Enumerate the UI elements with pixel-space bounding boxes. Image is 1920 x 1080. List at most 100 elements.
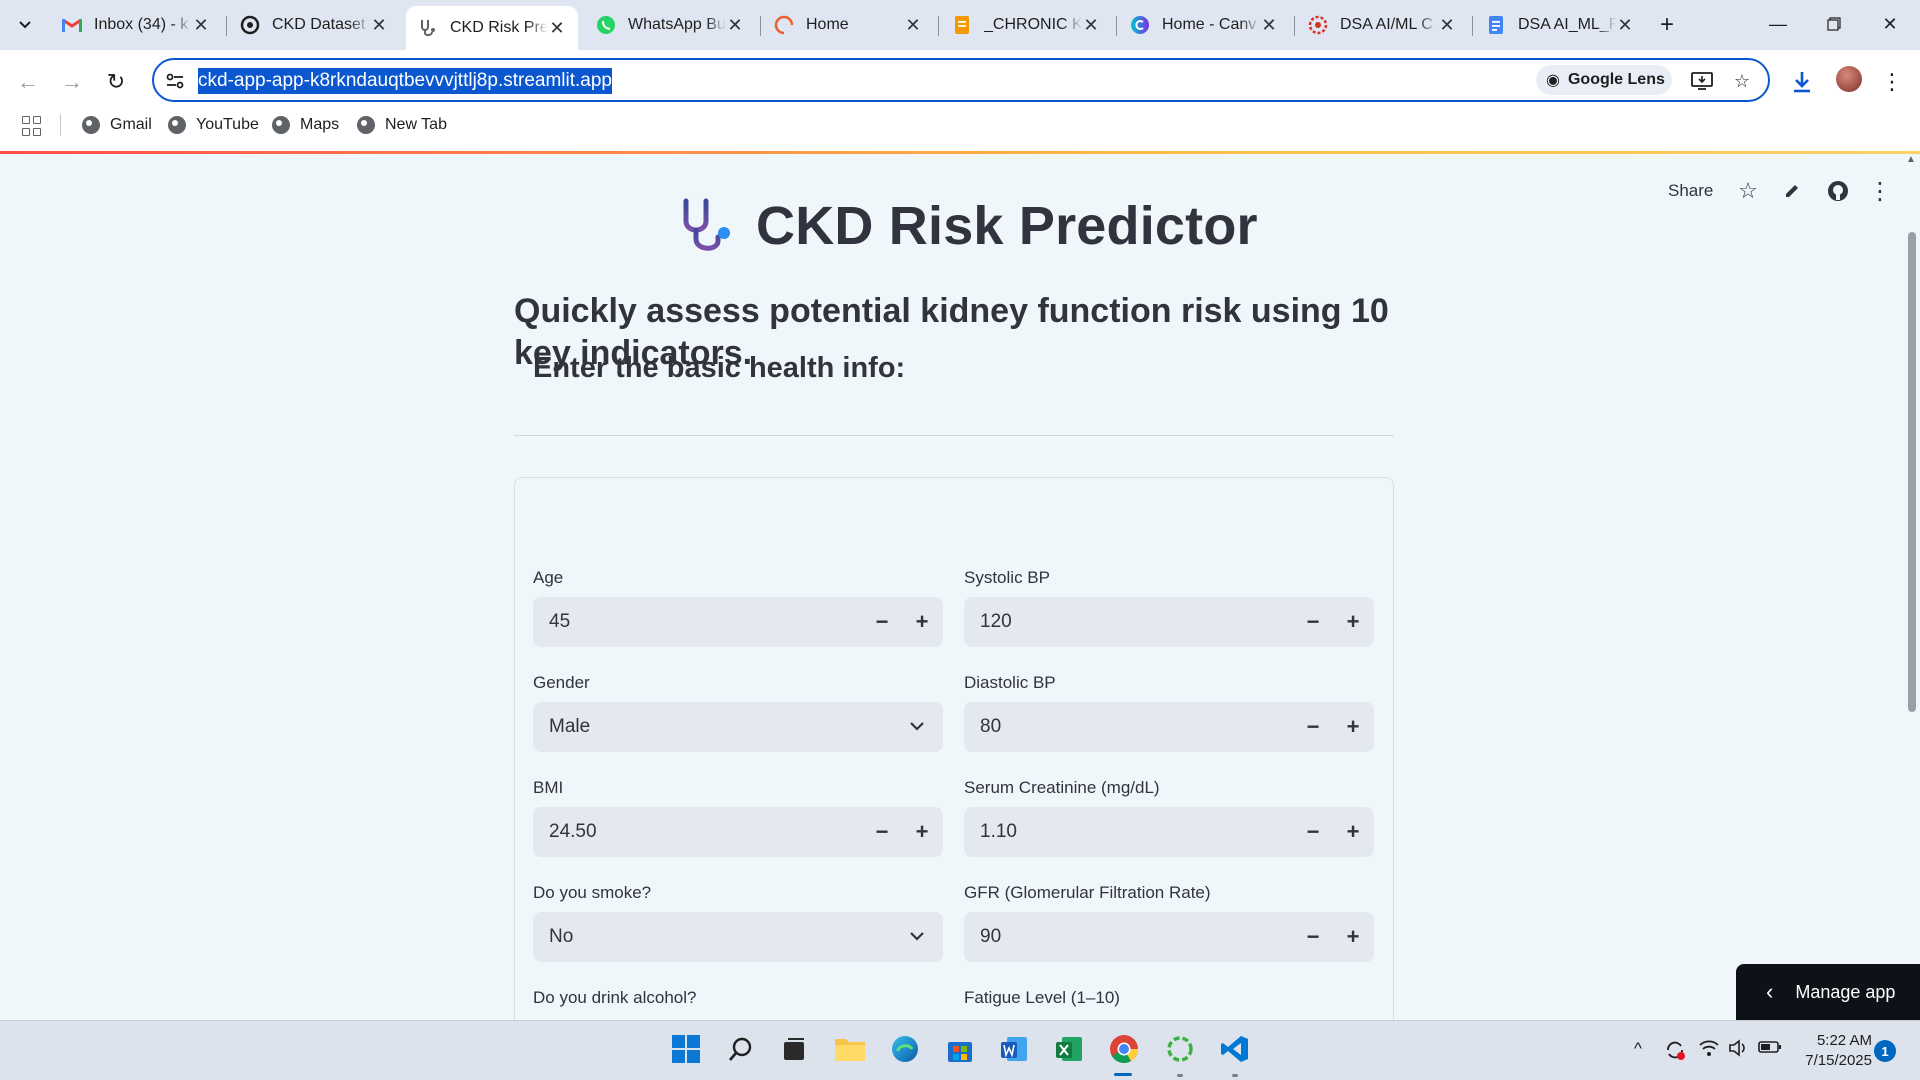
site-info-icon[interactable] <box>164 70 186 92</box>
sync-icon[interactable] <box>1664 1039 1686 1066</box>
tab-gmail[interactable]: Inbox (34) - k ✕ <box>50 6 222 44</box>
avatar[interactable] <box>1836 66 1862 92</box>
address-bar[interactable]: ckd-app-app-k8rkndauqtbevvvjttlj8p.strea… <box>152 58 1770 102</box>
systolic-value[interactable]: 120 <box>980 611 1012 633</box>
share-button[interactable]: Share <box>1668 176 1713 206</box>
diastolic-number-input[interactable]: 80 − + <box>964 702 1374 752</box>
main-menu-button[interactable]: ⋮ <box>1868 176 1892 206</box>
store-button[interactable] <box>940 1029 980 1069</box>
tab-ckd-dataset[interactable]: CKD Dataset ✕ <box>228 6 400 44</box>
close-icon[interactable]: ✕ <box>1260 15 1278 36</box>
age-number-input[interactable]: 45 − + <box>533 597 943 647</box>
plus-icon[interactable]: + <box>1336 815 1370 849</box>
start-button[interactable] <box>666 1029 706 1069</box>
creatinine-value[interactable]: 1.10 <box>980 821 1017 843</box>
close-icon[interactable]: ✕ <box>1082 15 1100 36</box>
bookmark-gmail[interactable]: Gmail <box>82 114 152 136</box>
star-button[interactable]: ☆ <box>1736 176 1760 206</box>
restore-icon <box>1827 17 1841 31</box>
search-button[interactable] <box>721 1029 761 1069</box>
notification-badge[interactable]: 1 <box>1874 1040 1896 1062</box>
manage-app-button[interactable]: ‹ Manage app <box>1736 964 1920 1020</box>
minus-icon[interactable]: − <box>865 815 899 849</box>
file-explorer-button[interactable] <box>830 1029 870 1069</box>
restore-button[interactable] <box>1812 8 1856 40</box>
creatinine-number-input[interactable]: 1.10 − + <box>964 807 1374 857</box>
word-button[interactable] <box>994 1029 1034 1069</box>
edit-button[interactable] <box>1780 176 1804 206</box>
tab-dsa-aiml-doc[interactable]: DSA AI_ML_F ✕ <box>1474 6 1646 44</box>
chrome-button[interactable] <box>1104 1029 1144 1069</box>
forward-button[interactable]: → <box>54 64 90 100</box>
tab-search-button[interactable] <box>10 10 40 40</box>
github-icon <box>1828 181 1848 201</box>
chevron-left-icon: ‹ <box>1766 979 1774 1004</box>
new-tab-button[interactable]: + <box>1652 10 1682 40</box>
system-clock[interactable]: 5:22 AM 7/15/2025 <box>1784 1031 1872 1071</box>
scrollbar-thumb[interactable] <box>1908 232 1916 712</box>
close-icon[interactable]: ✕ <box>1616 15 1634 36</box>
close-window-button[interactable]: ✕ <box>1868 8 1912 40</box>
close-icon[interactable]: ✕ <box>1438 15 1456 36</box>
canva-icon <box>1130 15 1150 35</box>
bookmark-youtube[interactable]: YouTube <box>168 114 259 136</box>
globe-icon <box>82 116 100 134</box>
downloads-button[interactable] <box>1784 64 1820 100</box>
volume-icon[interactable] <box>1728 1039 1750 1062</box>
gfr-value[interactable]: 90 <box>980 926 1001 948</box>
plus-icon[interactable]: + <box>905 815 939 849</box>
tab-home[interactable]: Home ✕ <box>762 6 934 44</box>
plus-icon[interactable]: + <box>1336 710 1370 744</box>
minus-icon[interactable]: − <box>1296 710 1330 744</box>
minus-icon[interactable]: − <box>1296 815 1330 849</box>
minimize-button[interactable]: — <box>1756 8 1800 40</box>
systolic-number-input[interactable]: 120 − + <box>964 597 1374 647</box>
bmi-value[interactable]: 24.50 <box>549 821 597 843</box>
vscode-button[interactable] <box>1215 1029 1255 1069</box>
minus-icon[interactable]: − <box>865 605 899 639</box>
gender-select[interactable]: Male <box>533 702 943 752</box>
minus-icon[interactable]: − <box>1296 920 1330 954</box>
smoke-select[interactable]: No <box>533 912 943 962</box>
diastolic-value[interactable]: 80 <box>980 716 1001 738</box>
show-hidden-icons-button[interactable]: ^ <box>1634 1039 1642 1059</box>
reload-button[interactable]: ↻ <box>98 64 134 100</box>
close-icon[interactable]: ✕ <box>904 15 922 36</box>
google-lens-button[interactable]: ◉ Google Lens <box>1536 65 1672 95</box>
wifi-icon[interactable] <box>1698 1039 1720 1062</box>
excel-button[interactable] <box>1049 1029 1089 1069</box>
tab-dsa-aiml-course[interactable]: DSA AI/ML C ✕ <box>1296 6 1468 44</box>
loading-app-button[interactable] <box>1160 1029 1200 1069</box>
plus-icon[interactable]: + <box>905 605 939 639</box>
close-icon[interactable]: ✕ <box>370 15 388 36</box>
plus-icon[interactable]: + <box>1336 605 1370 639</box>
smoke-value: No <box>549 926 574 947</box>
tab-canva[interactable]: Home - Canv ✕ <box>1118 6 1290 44</box>
tab-ckd-risk-predictor[interactable]: CKD Risk Pre ✕ <box>406 6 578 50</box>
bookmark-new-tab[interactable]: New Tab <box>357 114 447 136</box>
minus-icon[interactable]: − <box>1296 605 1330 639</box>
back-button[interactable]: ← <box>10 64 46 100</box>
task-view-button[interactable] <box>774 1029 814 1069</box>
globe-icon <box>168 116 186 134</box>
url-text[interactable]: ckd-app-app-k8rkndauqtbevvvjttlj8p.strea… <box>198 68 612 94</box>
age-value[interactable]: 45 <box>549 611 570 633</box>
install-app-icon[interactable] <box>1690 69 1714 93</box>
github-button[interactable] <box>1826 176 1850 206</box>
bookmark-maps[interactable]: Maps <box>272 114 339 136</box>
apps-grid-icon[interactable] <box>22 116 42 136</box>
bmi-number-input[interactable]: 24.50 − + <box>533 807 943 857</box>
close-icon[interactable]: ✕ <box>726 15 744 36</box>
close-icon[interactable]: ✕ <box>548 18 566 39</box>
browser-menu-button[interactable]: ⋮ <box>1880 64 1904 100</box>
plus-icon[interactable]: + <box>1336 920 1370 954</box>
battery-icon[interactable] <box>1758 1039 1782 1060</box>
gfr-number-input[interactable]: 90 − + <box>964 912 1374 962</box>
close-icon[interactable]: ✕ <box>192 15 210 36</box>
loading-icon <box>774 15 794 35</box>
scroll-up-icon[interactable]: ▲ <box>1906 154 1916 165</box>
edge-button[interactable] <box>885 1029 925 1069</box>
tab-chronic-kidney[interactable]: _CHRONIC K ✕ <box>940 6 1112 44</box>
bookmark-star-icon[interactable]: ☆ <box>1730 69 1754 93</box>
tab-whatsapp[interactable]: WhatsApp Bu ✕ <box>584 6 756 44</box>
